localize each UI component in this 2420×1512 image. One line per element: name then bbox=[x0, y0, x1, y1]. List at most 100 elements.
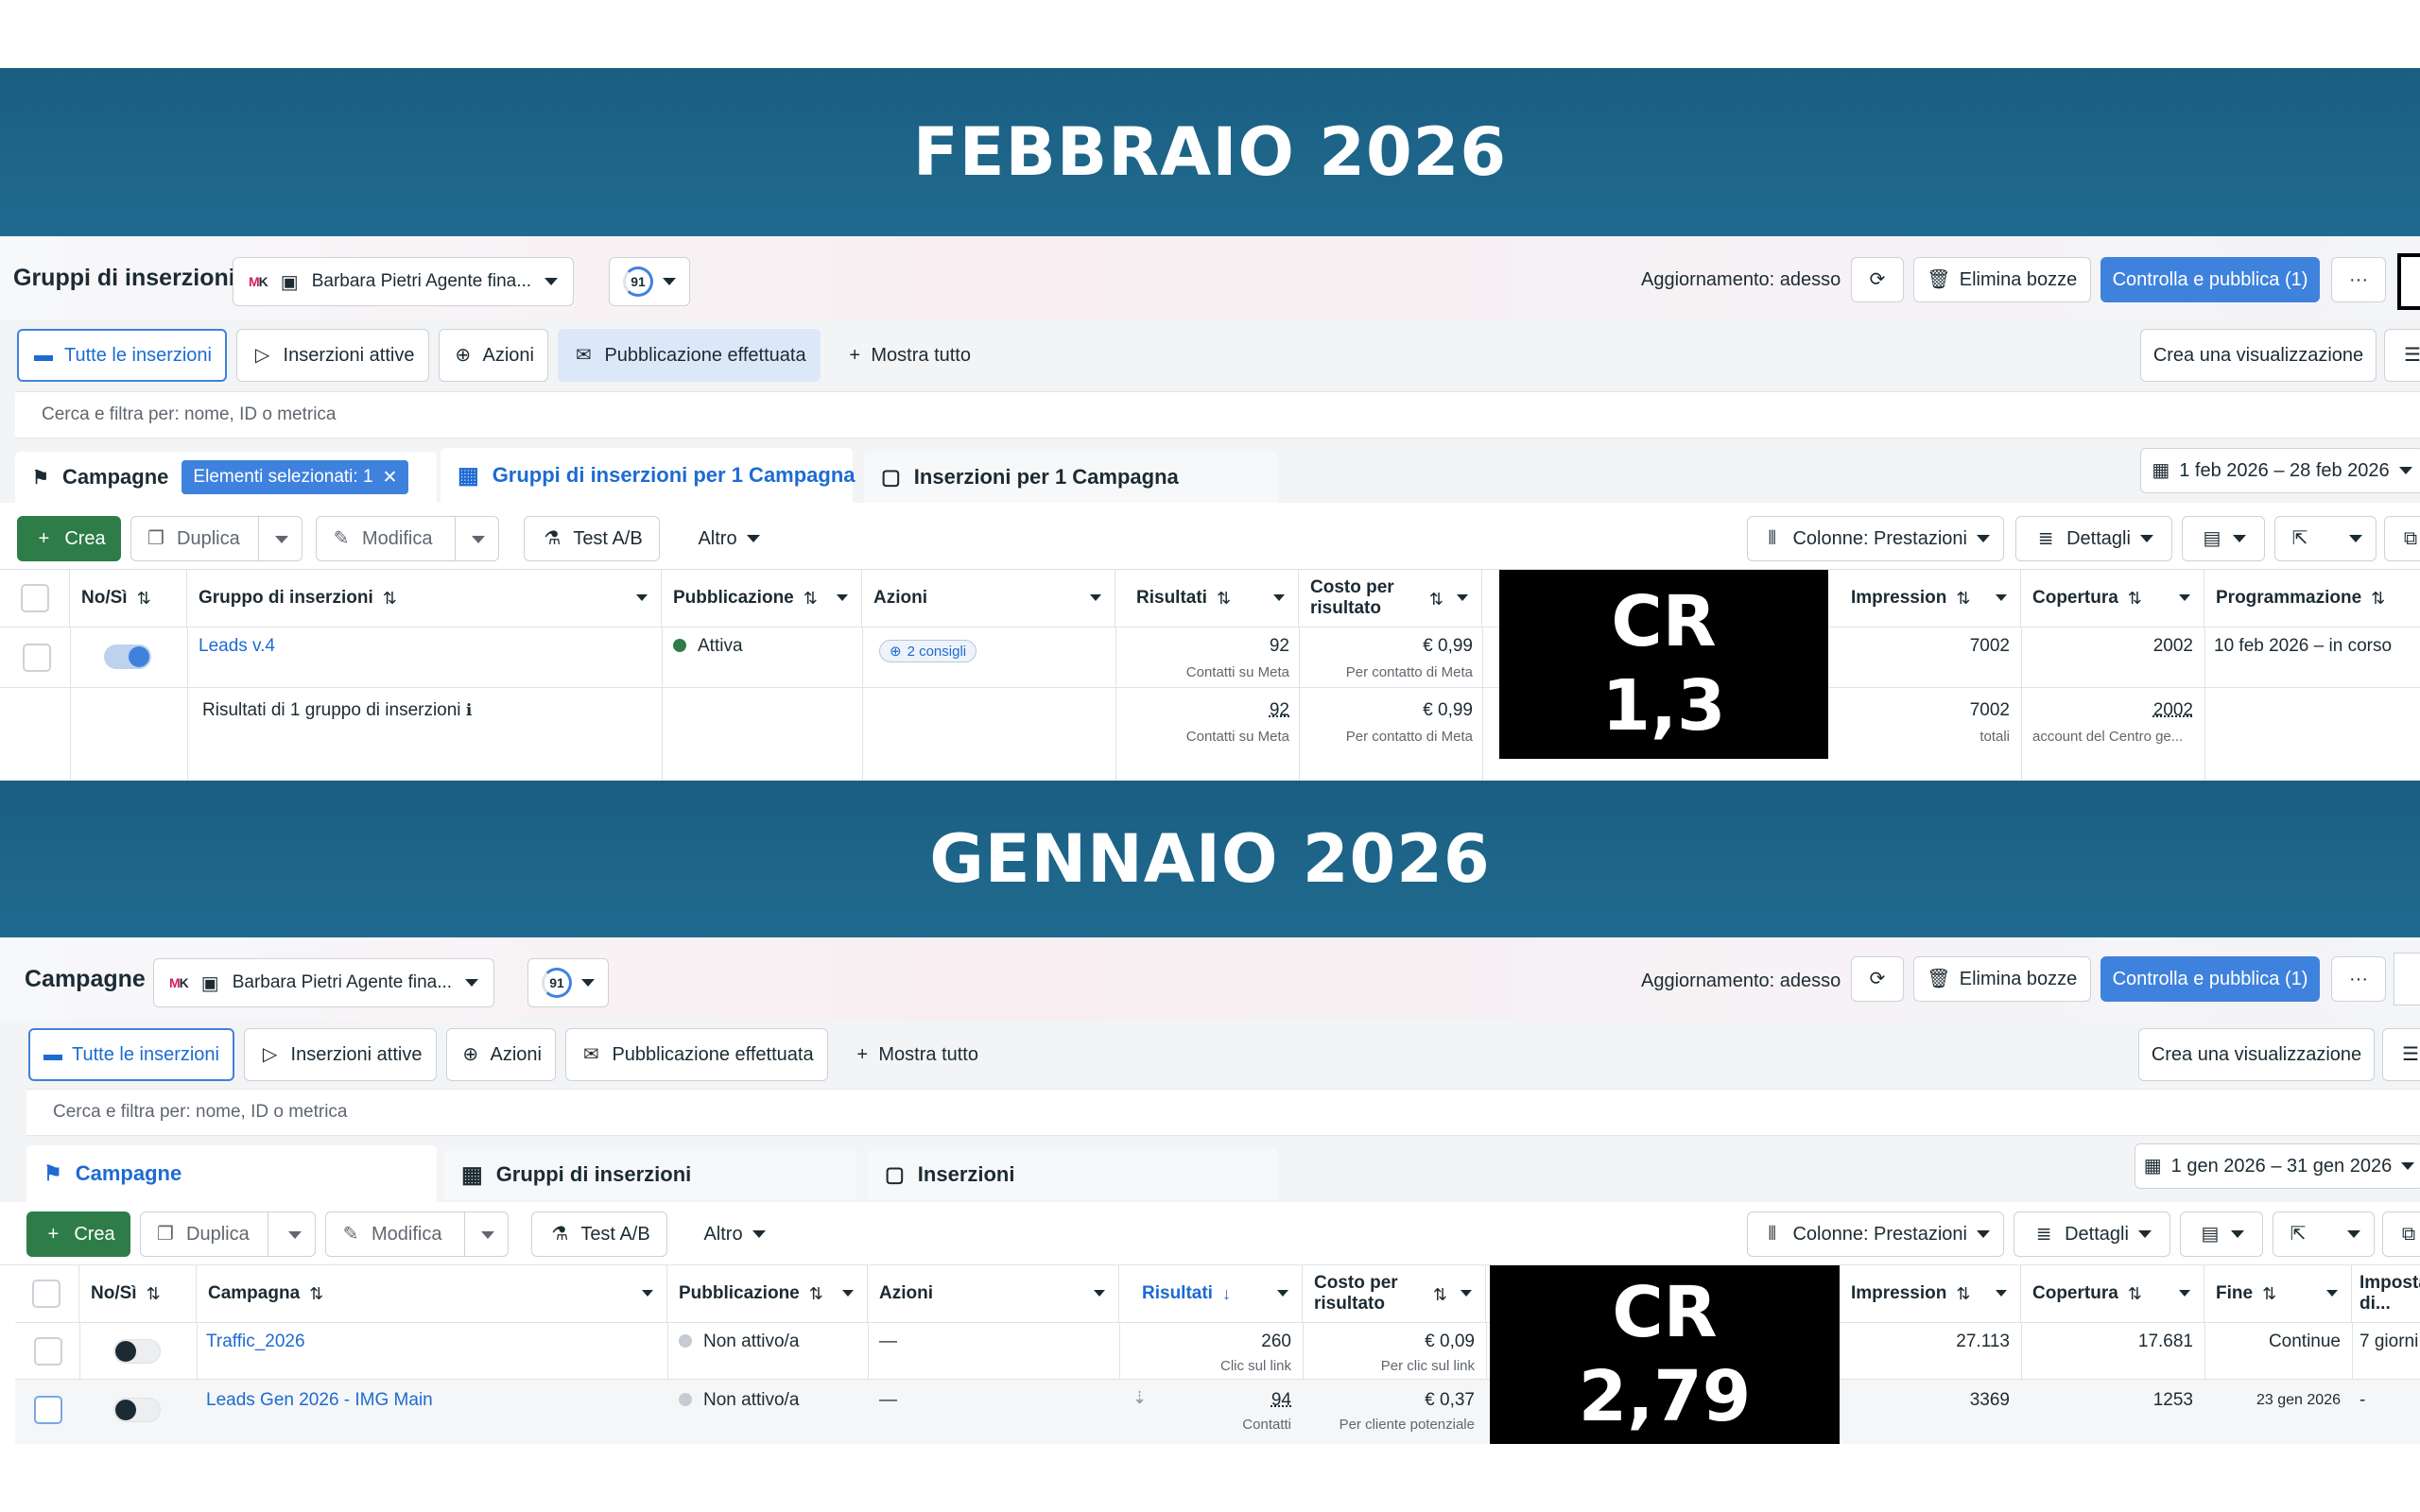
filter-all-ads[interactable]: ▬ Tutte le inserzioni bbox=[28, 1028, 234, 1081]
more-button[interactable]: ··· bbox=[2331, 257, 2386, 302]
selected-items-chip[interactable]: Elementi selezionati: 1 ✕ bbox=[182, 460, 409, 494]
onoff-toggle[interactable] bbox=[113, 1398, 161, 1422]
delete-drafts-button[interactable]: 🗑 Elimina bozze bbox=[1913, 257, 2091, 302]
col-publication[interactable]: Pubblicazione ⇅ bbox=[667, 1265, 868, 1322]
cr-label: CR bbox=[1612, 1272, 1718, 1354]
review-publish-button[interactable]: Controlla e pubblica (1) bbox=[2100, 956, 2320, 1002]
col-cost-per-result[interactable]: Costo per risultato ⇅ bbox=[1303, 1265, 1486, 1322]
cost-sub: Per cliente potenziale bbox=[1339, 1417, 1475, 1433]
ab-test-button[interactable]: ⚗ Test A/B bbox=[524, 516, 660, 561]
score-selector[interactable]: 91 bbox=[609, 257, 690, 306]
close-icon[interactable]: ✕ bbox=[383, 467, 398, 489]
delete-drafts-button[interactable]: 🗑 Elimina bozze bbox=[1913, 956, 2091, 1002]
edit-button[interactable]: ✎ Modifica bbox=[316, 516, 499, 561]
create-view-button[interactable]: Crea una visualizzazione bbox=[2140, 329, 2377, 382]
campaign-flag-icon: ⚑ bbox=[32, 467, 49, 489]
filter-active-ads[interactable]: ▷ Inserzioni attive bbox=[236, 329, 429, 382]
score-selector[interactable]: 91 bbox=[527, 958, 609, 1007]
filter-actions[interactable]: ⊕ Azioni bbox=[446, 1028, 556, 1081]
filter-all-ads[interactable]: ▬ Tutte le inserzioni bbox=[17, 329, 227, 382]
show-all-button[interactable]: + Mostra tutto bbox=[834, 329, 985, 382]
search-input[interactable]: Cerca e filtra per: nome, ID o metrica bbox=[26, 1089, 2420, 1136]
select-all-cell bbox=[15, 1265, 79, 1322]
account-selector[interactable]: MK ▣ Barbara Pietri Agente fina... bbox=[153, 958, 495, 1007]
duplicate-button[interactable]: ❐ Duplica bbox=[130, 516, 302, 561]
col-cost-per-result[interactable]: Costo per risultato ⇅ bbox=[1299, 570, 1482, 627]
show-all-button[interactable]: + Mostra tutto bbox=[841, 1028, 993, 1081]
campaign-name-link[interactable]: Leads Gen 2026 - IMG Main bbox=[206, 1390, 433, 1411]
col-onoff[interactable]: No/Sì ⇅ bbox=[79, 1265, 197, 1322]
chevron-down-icon bbox=[544, 278, 559, 285]
col-schedule[interactable]: Programmazione ⇅ bbox=[2204, 570, 2420, 627]
chart-toggle-button[interactable]: ⧉ bbox=[2382, 1211, 2420, 1257]
create-button[interactable]: + Crea bbox=[17, 516, 121, 561]
download-icon[interactable]: ⇣ bbox=[1132, 1388, 1147, 1408]
create-view-button[interactable]: Crea una visualizzazione bbox=[2138, 1028, 2375, 1081]
other-menu-button[interactable]: Altro bbox=[683, 1211, 786, 1257]
account-name: Barbara Pietri Agente fina... bbox=[232, 972, 453, 992]
chevron-down-icon bbox=[837, 594, 848, 601]
filter-active-ads[interactable]: ▷ Inserzioni attive bbox=[244, 1028, 437, 1081]
ab-test-button[interactable]: ⚗ Test A/B bbox=[531, 1211, 667, 1257]
col-campaign-name[interactable]: Campagna ⇅ bbox=[197, 1265, 667, 1322]
tab-campaigns[interactable]: ⚑ Campagne Elementi selezionati: 1 ✕ bbox=[15, 452, 437, 503]
col-adset-name[interactable]: Gruppo di inserzioni ⇅ bbox=[187, 570, 662, 627]
tab-adsets[interactable]: ▦ Gruppi di inserzioni bbox=[444, 1149, 856, 1200]
sort-icon: ⇅ bbox=[1956, 1283, 1971, 1303]
review-publish-button[interactable]: Controlla e pubblica (1) bbox=[2100, 257, 2320, 302]
col-end[interactable]: Fine ⇅ bbox=[2204, 1265, 2352, 1322]
tab-campaigns[interactable]: ⚑ Campagne bbox=[26, 1145, 437, 1202]
tab-adsets[interactable]: ▦ Gruppi di inserzioni per 1 Campagna bbox=[441, 448, 856, 503]
tab-ads[interactable]: ▢ Inserzioni bbox=[868, 1149, 1278, 1200]
row-checkbox[interactable] bbox=[23, 644, 51, 672]
view-settings-button[interactable]: ☰ bbox=[2384, 329, 2420, 382]
col-results[interactable]: Risultati ⇅ bbox=[1115, 570, 1299, 627]
details-button[interactable]: ≣ Dettagli bbox=[2014, 1211, 2170, 1257]
score-ring-icon: 91 bbox=[542, 968, 572, 998]
col-results[interactable]: Risultati ↓ bbox=[1119, 1265, 1303, 1322]
date-range-picker[interactable]: ▦ 1 gen 2026 – 31 gen 2026 bbox=[2135, 1143, 2420, 1189]
col-actions[interactable]: Azioni bbox=[868, 1265, 1119, 1322]
col-reach[interactable]: Copertura ⇅ bbox=[2021, 1265, 2204, 1322]
export-button[interactable]: ⇱ bbox=[2273, 1211, 2375, 1257]
adset-name-link[interactable]: Leads v.4 bbox=[199, 636, 275, 657]
more-button[interactable]: ··· bbox=[2331, 956, 2386, 1002]
date-range-picker[interactable]: ▦ 1 feb 2026 – 28 feb 2026 bbox=[2140, 448, 2420, 493]
col-reach[interactable]: Copertura ⇅ bbox=[2021, 570, 2204, 627]
duplicate-button[interactable]: ❐ Duplica bbox=[140, 1211, 316, 1257]
filter-actions[interactable]: ⊕ Azioni bbox=[439, 329, 548, 382]
columns-button[interactable]: ⫴ Colonne: Prestazioni bbox=[1747, 516, 2004, 561]
col-publication[interactable]: Pubblicazione ⇅ bbox=[662, 570, 862, 627]
col-onoff[interactable]: No/Sì ⇅ bbox=[70, 570, 187, 627]
create-button[interactable]: + Crea bbox=[26, 1211, 130, 1257]
tab-ads[interactable]: ▢ Inserzioni per 1 Campagna bbox=[864, 452, 1278, 503]
refresh-button[interactable]: ⟳ bbox=[1851, 257, 1904, 302]
row-checkbox[interactable] bbox=[34, 1396, 62, 1424]
edit-button[interactable]: ✎ Modifica bbox=[325, 1211, 509, 1257]
refresh-button[interactable]: ⟳ bbox=[1851, 956, 1904, 1002]
onoff-toggle[interactable] bbox=[113, 1339, 161, 1364]
account-selector[interactable]: MK ▣ Barbara Pietri Agente fina... bbox=[233, 257, 575, 306]
reports-button[interactable]: ▤ bbox=[2182, 516, 2265, 561]
select-all-checkbox[interactable] bbox=[21, 584, 49, 612]
col-impressions[interactable]: Impression ⇅ bbox=[1830, 570, 2021, 627]
row-checkbox[interactable] bbox=[34, 1337, 62, 1366]
other-menu-button[interactable]: Altro bbox=[677, 516, 781, 561]
view-settings-button[interactable]: ☰ bbox=[2382, 1028, 2420, 1081]
export-button[interactable]: ⇱ bbox=[2274, 516, 2377, 561]
columns-button[interactable]: ⫴ Colonne: Prestazioni bbox=[1747, 1211, 2004, 1257]
chart-toggle-button[interactable]: ⧉ bbox=[2384, 516, 2420, 561]
col-budget[interactable]: Imposta di... bbox=[2352, 1265, 2420, 1322]
actions-suggestions[interactable]: ⊕ 2 consigli bbox=[879, 640, 977, 662]
col-impressions[interactable]: Impression ⇅ bbox=[1840, 1265, 2021, 1322]
campaign-name-link[interactable]: Traffic_2026 bbox=[206, 1332, 305, 1352]
select-all-checkbox[interactable] bbox=[32, 1280, 60, 1308]
filter-published[interactable]: ✉ Pubblicazione effettuata bbox=[565, 1028, 828, 1081]
search-input[interactable]: Cerca e filtra per: nome, ID o metrica bbox=[15, 391, 2420, 438]
info-icon[interactable]: ℹ bbox=[466, 701, 472, 719]
details-button[interactable]: ≣ Dettagli bbox=[2015, 516, 2172, 561]
onoff-toggle[interactable] bbox=[104, 644, 151, 669]
filter-published[interactable]: ✉ Pubblicazione effettuata bbox=[558, 329, 821, 382]
col-actions[interactable]: Azioni bbox=[862, 570, 1115, 627]
reports-button[interactable]: ▤ bbox=[2180, 1211, 2263, 1257]
